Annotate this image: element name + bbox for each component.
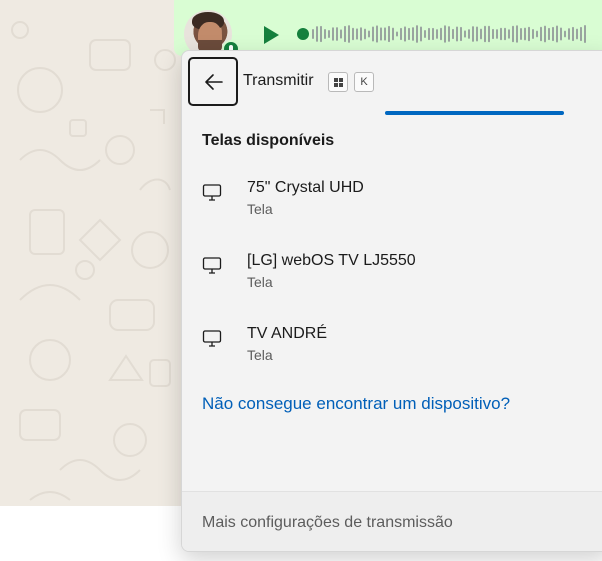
device-name: 75" Crystal UHD bbox=[247, 179, 364, 196]
waveform-bar bbox=[584, 25, 586, 43]
waveform-bar bbox=[436, 29, 438, 39]
waveform-bar bbox=[560, 27, 562, 41]
device-type: Tela bbox=[247, 274, 273, 290]
device-item[interactable]: 75" Crystal UHD Tela bbox=[182, 177, 602, 239]
play-icon[interactable] bbox=[260, 24, 282, 46]
waveform-bar bbox=[412, 27, 414, 41]
searching-progress-bar bbox=[385, 111, 564, 115]
waveform-bar bbox=[564, 30, 566, 38]
waveform-bar bbox=[544, 25, 546, 43]
waveform-bar bbox=[448, 26, 450, 42]
waveform-bar bbox=[400, 27, 402, 41]
waveform-bar bbox=[360, 27, 362, 41]
waveform-bar bbox=[372, 26, 374, 42]
waveform-bar bbox=[332, 27, 334, 41]
waveform-bar bbox=[444, 25, 446, 43]
waveform-bar bbox=[572, 26, 574, 42]
waveform-bar bbox=[392, 27, 394, 41]
waveform-bar bbox=[552, 26, 554, 42]
device-name: [LG] webOS TV LJ5550 bbox=[247, 252, 416, 269]
waveform-bar bbox=[456, 26, 458, 42]
waveform-bar bbox=[460, 26, 462, 42]
waveform-bar bbox=[496, 29, 498, 39]
waveform-bar bbox=[404, 26, 406, 42]
back-button[interactable] bbox=[188, 57, 238, 106]
device-type: Tela bbox=[247, 201, 273, 217]
waveform-bar bbox=[428, 27, 430, 41]
waveform-bar bbox=[348, 25, 350, 43]
monitor-icon bbox=[202, 257, 222, 274]
section-title: Telas disponíveis bbox=[202, 132, 335, 149]
waveform-bar bbox=[424, 29, 426, 39]
waveform-bar bbox=[556, 25, 558, 43]
cast-panel: Transmitir K Telas disponíveis 75" Cryst… bbox=[181, 50, 602, 552]
waveform-bar bbox=[384, 27, 386, 41]
waveform-bar bbox=[476, 26, 478, 42]
waveform-bar bbox=[336, 27, 338, 41]
waveform-bar bbox=[492, 28, 494, 40]
waveform-bar bbox=[568, 28, 570, 40]
waveform-bar bbox=[464, 30, 466, 38]
waveform-bar bbox=[368, 30, 370, 38]
waveform-bar bbox=[312, 29, 314, 39]
windows-key-icon bbox=[328, 72, 348, 92]
waveform-bar bbox=[320, 25, 322, 43]
waveform-bar bbox=[380, 27, 382, 41]
monitor-icon bbox=[202, 330, 222, 347]
device-item[interactable]: TV ANDRÉ Tela bbox=[182, 323, 602, 385]
waveform-bar bbox=[528, 26, 530, 42]
waveform-bar bbox=[536, 30, 538, 38]
waveform-bar bbox=[316, 26, 318, 42]
waveform-bar bbox=[344, 25, 346, 43]
waveform-bar bbox=[524, 27, 526, 41]
monitor-icon bbox=[202, 184, 222, 201]
waveform-bar bbox=[352, 27, 354, 41]
panel-title: Transmitir bbox=[243, 72, 314, 89]
device-type: Tela bbox=[247, 347, 273, 363]
panel-footer: Mais configurações de transmissão bbox=[182, 492, 602, 551]
waveform-bar bbox=[520, 27, 522, 41]
waveform-bar bbox=[376, 25, 378, 43]
playback-position-dot bbox=[297, 28, 309, 40]
audio-waveform[interactable] bbox=[296, 20, 592, 53]
waveform-bar bbox=[516, 25, 518, 43]
waveform-bar bbox=[540, 26, 542, 42]
waveform-bar bbox=[328, 29, 330, 39]
waveform-bar bbox=[408, 27, 410, 41]
waveform-bar bbox=[580, 26, 582, 42]
waveform-bar bbox=[452, 28, 454, 40]
waveform-bar bbox=[508, 29, 510, 39]
waveform-bar bbox=[440, 27, 442, 41]
more-cast-settings-link[interactable]: Mais configurações de transmissão bbox=[202, 514, 453, 532]
waveform-bar bbox=[488, 25, 490, 43]
shortcut-key: K bbox=[354, 72, 374, 92]
waveform-bar bbox=[532, 29, 534, 39]
waveform-bar bbox=[472, 26, 474, 42]
waveform-bar bbox=[340, 29, 342, 39]
waveform-bar bbox=[416, 25, 418, 43]
waveform-bar bbox=[396, 31, 398, 37]
device-item[interactable]: [LG] webOS TV LJ5550 Tela bbox=[182, 250, 602, 312]
arrow-left-icon bbox=[205, 74, 223, 90]
waveform-bar bbox=[420, 26, 422, 42]
waveform-bar bbox=[388, 25, 390, 43]
waveform-bar bbox=[324, 28, 326, 40]
waveform-bar bbox=[512, 25, 514, 43]
waveform-bar bbox=[432, 27, 434, 41]
waveform-bar bbox=[576, 28, 578, 40]
waveform-bar bbox=[504, 27, 506, 41]
cant-find-device-link[interactable]: Não consegue encontrar um dispositivo? bbox=[202, 394, 510, 414]
waveform-bar bbox=[500, 27, 502, 41]
waveform-bar bbox=[480, 28, 482, 40]
waveform-bar bbox=[484, 25, 486, 43]
device-name: TV ANDRÉ bbox=[247, 325, 328, 342]
waveform-bar bbox=[468, 29, 470, 39]
waveform-bar bbox=[548, 27, 550, 41]
waveform-bar bbox=[356, 28, 358, 40]
waveform-bar bbox=[364, 28, 366, 40]
